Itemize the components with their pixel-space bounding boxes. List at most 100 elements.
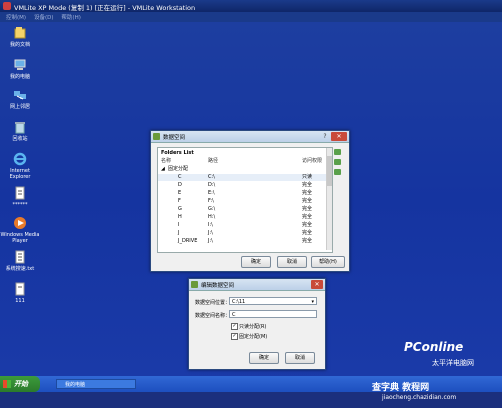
start-button[interactable]: 开始 bbox=[0, 376, 40, 392]
folder-path: I:\ bbox=[208, 222, 213, 228]
folders-list[interactable]: Folders List 名称 路径 访问权限 ◢ 固定分配 C C:\ 只读 D D:… bbox=[157, 147, 333, 253]
bottom-watermark-bar: 查字典 教程网 jiaocheng.chazidian.com bbox=[0, 383, 502, 408]
vmlite-app-icon bbox=[3, 2, 11, 10]
desktop-icon-file[interactable]: ****** bbox=[0, 186, 40, 208]
desktop-icon-label: 我的电脑 bbox=[9, 74, 30, 80]
column-header-name[interactable]: 名称 bbox=[161, 158, 171, 165]
folder-name: G bbox=[178, 206, 182, 212]
folder-path: J:\ bbox=[208, 230, 213, 236]
text-file-icon bbox=[15, 250, 25, 264]
watermark-url: jiaocheng.chazidian.com bbox=[382, 394, 457, 401]
column-header-access[interactable]: 访问权限 bbox=[302, 158, 322, 165]
ok-button[interactable]: 确定 bbox=[241, 256, 271, 268]
fixed-label: 固定分配(M) bbox=[239, 334, 268, 340]
folder-row[interactable]: I I:\ 完全 bbox=[158, 222, 326, 229]
edit-shared-folder-dialog: 编辑数据空间 ✕ 数据空间位置： C:\11 ▾ 数据空间名称： C ✓ 只读分… bbox=[188, 278, 326, 370]
guest-desktop: 我的文档 我的电脑 网上邻居 回收站 Internet Explorer ***… bbox=[0, 22, 502, 376]
folder-name: D bbox=[178, 182, 182, 188]
folder-row[interactable]: J_DRIVE J:\ 完全 bbox=[158, 238, 326, 245]
folder-name: E bbox=[178, 190, 182, 196]
host-title-bar: VMLite XP Mode (复制 1) [正在运行] - VMLite Wo… bbox=[0, 0, 502, 12]
folder-path: D:\ bbox=[208, 182, 216, 188]
remove-folder-icon[interactable] bbox=[334, 169, 341, 175]
folder-row[interactable]: F F:\ 完全 bbox=[158, 198, 326, 205]
vertical-scrollbar[interactable] bbox=[326, 148, 332, 250]
dialog-icon bbox=[153, 133, 160, 140]
desktop-icon-network[interactable]: 网上邻居 bbox=[0, 88, 40, 110]
my-documents-icon bbox=[14, 27, 26, 39]
edit-folder-icon[interactable] bbox=[334, 159, 341, 165]
folder-path: F:\ bbox=[208, 198, 214, 204]
desktop-icon-my-computer[interactable]: 我的电脑 bbox=[0, 58, 40, 80]
menu-help[interactable]: 帮助(H) bbox=[61, 13, 80, 21]
folder-access: 完全 bbox=[302, 190, 313, 196]
folder-name-label: 数据空间名称： bbox=[195, 313, 231, 319]
taskbar-item-my-computer[interactable]: 我的电脑 bbox=[56, 379, 136, 389]
folder-name-field[interactable]: C bbox=[229, 310, 317, 318]
folder-name: J_DRIVE bbox=[178, 238, 198, 244]
folder-access: 完全 bbox=[302, 214, 313, 220]
file-icon bbox=[15, 186, 25, 200]
folder-path: E:\ bbox=[208, 190, 215, 196]
shared-folders-dialog: 数据空间 ? ✕ Folders List 名称 路径 访问权限 ◢ 固定分配 … bbox=[150, 130, 350, 272]
ok-button[interactable]: 确定 bbox=[249, 352, 279, 364]
watermark-brand: PConline bbox=[404, 340, 464, 354]
expand-icon[interactable]: ◢ bbox=[161, 166, 165, 173]
network-icon bbox=[14, 91, 26, 100]
folder-name: H bbox=[178, 214, 182, 220]
folder-name: F bbox=[178, 198, 181, 204]
chevron-down-icon[interactable]: ▾ bbox=[311, 298, 314, 306]
help-button[interactable]: 帮助(H) bbox=[311, 256, 345, 268]
group-label: 固定分配 bbox=[168, 166, 189, 172]
close-button[interactable]: ✕ bbox=[331, 132, 347, 141]
file-icon bbox=[15, 282, 25, 296]
folder-access: 完全 bbox=[302, 230, 313, 236]
desktop-icon-recycle-bin[interactable]: 回收站 bbox=[0, 120, 40, 142]
desktop-icon-label: Internet Explorer bbox=[9, 168, 31, 180]
folder-path-label: 数据空间位置： bbox=[195, 300, 231, 306]
desktop-icon-label: 网上邻居 bbox=[9, 104, 30, 110]
desktop-icon-label: 回收站 bbox=[12, 136, 28, 142]
help-question-icon[interactable]: ? bbox=[321, 132, 329, 141]
desktop-icon-text-file[interactable]: 系统搜速.txt bbox=[0, 250, 40, 272]
desktop-icon-111[interactable]: 111 bbox=[0, 282, 40, 304]
readonly-checkbox[interactable]: ✓ bbox=[231, 323, 238, 330]
media-player-icon bbox=[14, 217, 26, 229]
folder-path-value: C:\11 bbox=[232, 299, 246, 305]
folder-access: 完全 bbox=[302, 198, 313, 204]
folder-name-value: C bbox=[232, 312, 236, 318]
folder-access: 只读 bbox=[302, 174, 313, 180]
start-label: 开始 bbox=[14, 380, 28, 388]
cancel-button[interactable]: 取消 bbox=[277, 256, 307, 268]
edit-dialog-title-bar: 编辑数据空间 ✕ bbox=[189, 279, 325, 291]
group-row[interactable]: ◢ 固定分配 bbox=[158, 166, 332, 173]
desktop-icon-label: 我的文档 bbox=[9, 42, 30, 48]
folder-row[interactable]: G G:\ 完全 bbox=[158, 206, 326, 213]
fixed-checkbox[interactable]: ✓ bbox=[231, 333, 238, 340]
scrollbar-thumb[interactable] bbox=[327, 156, 332, 186]
folder-row[interactable]: C C:\ 只读 bbox=[158, 174, 326, 181]
folder-path-select[interactable]: C:\11 ▾ bbox=[229, 297, 317, 305]
cancel-button[interactable]: 取消 bbox=[285, 352, 315, 364]
my-computer-icon bbox=[14, 59, 26, 70]
folder-path: H:\ bbox=[208, 214, 216, 220]
column-header-path[interactable]: 路径 bbox=[208, 158, 218, 165]
folder-row[interactable]: E E:\ 完全 bbox=[158, 190, 326, 197]
folder-row[interactable]: D D:\ 完全 bbox=[158, 182, 326, 189]
close-button[interactable]: ✕ bbox=[311, 280, 323, 289]
menu-control[interactable]: 控制(M) bbox=[6, 13, 26, 21]
desktop-icon-label: 111 bbox=[15, 298, 25, 304]
desktop-icon-my-documents[interactable]: 我的文档 bbox=[0, 26, 40, 48]
desktop-icon-ie[interactable]: Internet Explorer bbox=[0, 152, 40, 180]
menu-devices[interactable]: 设备(D) bbox=[34, 13, 54, 21]
desktop-icon-label: 系统搜速.txt bbox=[5, 266, 35, 272]
list-header: 名称 路径 访问权限 bbox=[158, 158, 332, 165]
folder-row[interactable]: J J:\ 完全 bbox=[158, 230, 326, 237]
desktop-icon-media-player[interactable]: Windows Media Player bbox=[0, 216, 40, 244]
folder-path: G:\ bbox=[208, 206, 216, 212]
desktop-icon-label: ****** bbox=[12, 202, 28, 208]
folder-row[interactable]: H H:\ 完全 bbox=[158, 214, 326, 221]
folder-access: 完全 bbox=[302, 238, 313, 244]
host-menu-bar: 控制(M) 设备(D) 帮助(H) bbox=[0, 12, 502, 22]
add-folder-icon[interactable] bbox=[334, 149, 341, 155]
